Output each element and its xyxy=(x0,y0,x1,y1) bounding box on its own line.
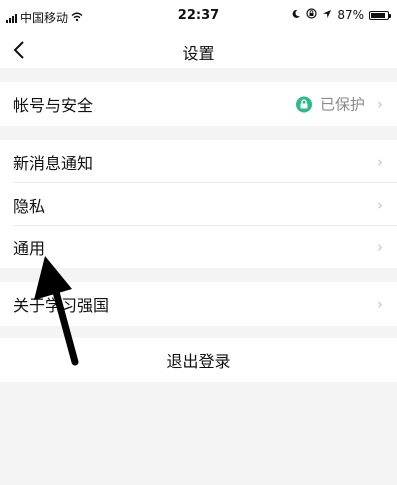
chevron-right-icon: › xyxy=(377,238,383,256)
settings-item-label: 通用 xyxy=(13,239,46,258)
settings-item-privacy[interactable]: 隐私 › xyxy=(0,183,397,226)
rotation-lock-icon xyxy=(306,8,317,22)
security-status: 已保护 xyxy=(295,94,365,115)
battery-fill xyxy=(371,12,385,18)
battery-icon xyxy=(369,10,391,20)
security-status-label: 已保护 xyxy=(319,95,365,114)
location-icon xyxy=(322,8,332,22)
settings-item-label: 帐号与安全 xyxy=(13,96,94,115)
settings-item-label: 新消息通知 xyxy=(13,153,94,173)
chevron-right-icon: › xyxy=(377,195,383,214)
battery-percent: 87% xyxy=(337,8,364,22)
settings-item-label: 隐私 xyxy=(13,196,46,216)
logout-button[interactable]: 退出登录 xyxy=(0,338,397,382)
settings-item-notifications[interactable]: 新消息通知 › xyxy=(0,140,397,183)
chevron-right-icon: › xyxy=(377,152,383,171)
chevron-right-icon: › xyxy=(377,95,383,113)
settings-item-general[interactable]: 通用 › xyxy=(0,226,397,268)
settings-item-label: 关于学习强国 xyxy=(13,296,110,315)
chevron-right-icon: › xyxy=(377,295,383,313)
nav-bar: 设置 xyxy=(0,32,397,68)
status-bar: 中国移动 22:37 87% xyxy=(0,0,397,32)
lock-icon xyxy=(295,96,312,112)
logout-label: 退出登录 xyxy=(166,352,231,371)
settings-item-account-security[interactable]: 帐号与安全 已保护 › xyxy=(0,82,397,126)
page-title: 设置 xyxy=(182,44,215,63)
settings-item-about[interactable]: 关于学习强国 › xyxy=(0,282,397,326)
moon-icon xyxy=(291,8,301,22)
status-right: 87% xyxy=(291,8,391,22)
